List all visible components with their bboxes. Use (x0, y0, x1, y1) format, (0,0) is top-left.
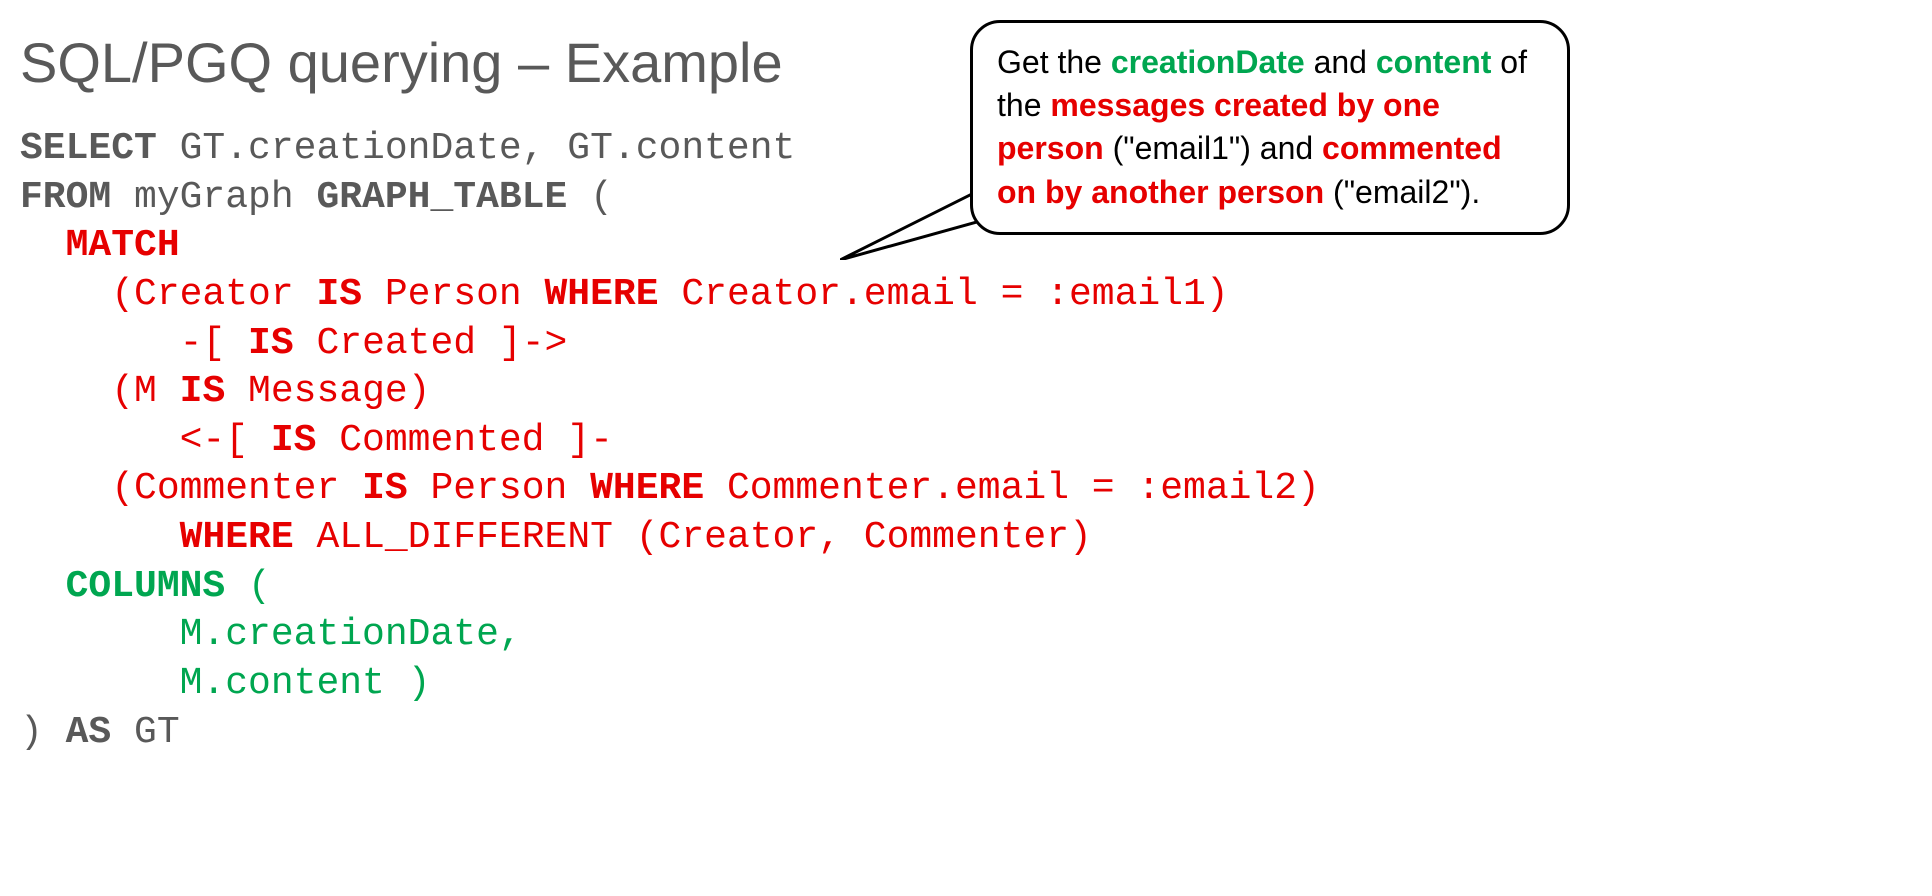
open-paren: ( (567, 176, 613, 219)
match-line6-post: ALL_DIFFERENT (Creator, Commenter) (294, 516, 1092, 559)
as-alias: GT (111, 711, 179, 754)
match-line5-pre: (Commenter (20, 467, 362, 510)
match-line1-mid: Person (362, 273, 544, 316)
kw-where-1: WHERE (545, 273, 659, 316)
callout-bubble: Get the creationDate and content of the … (970, 20, 1570, 235)
match-line2-pre: -[ (20, 322, 248, 365)
kw-select: SELECT (20, 127, 157, 170)
match-line1-post: Creator.email = :email1) (659, 273, 1229, 316)
match-line1-pre: (Creator (20, 273, 316, 316)
callout-text-1: Get the (997, 44, 1111, 80)
match-line5-post: Commenter.email = :email2) (704, 467, 1320, 510)
callout-text-7: ("email1") and (1104, 130, 1322, 166)
callout-creationdate: creationDate (1111, 44, 1305, 80)
match-line4-pre: <-[ (20, 419, 271, 462)
select-columns: GT.creationDate, GT.content (157, 127, 796, 170)
kw-columns: COLUMNS (66, 565, 226, 608)
columns-open: ( (225, 565, 271, 608)
kw-match: MATCH (66, 224, 180, 267)
column-2: M.content ) (20, 662, 430, 705)
match-line5-mid: Person (408, 467, 590, 510)
kw-is-5: IS (362, 467, 408, 510)
match-line2-post: Created ]-> (294, 322, 568, 365)
callout: Get the creationDate and content of the … (970, 20, 1570, 235)
match-line3-post: Message) (225, 370, 430, 413)
kw-is-3: IS (180, 370, 226, 413)
kw-from: FROM (20, 176, 111, 219)
kw-where-5: WHERE (590, 467, 704, 510)
kw-is-2: IS (248, 322, 294, 365)
from-table: myGraph (111, 176, 316, 219)
kw-is-4: IS (271, 419, 317, 462)
callout-text-9: ("email2"). (1324, 174, 1480, 210)
kw-where-6: WHERE (180, 516, 294, 559)
kw-as: AS (66, 711, 112, 754)
kw-is-1: IS (316, 273, 362, 316)
close-paren: ) (20, 711, 66, 754)
kw-graph-table: GRAPH_TABLE (316, 176, 567, 219)
match-line4-post: Commented ]- (316, 419, 612, 462)
slide-title: SQL/PGQ querying – Example (20, 30, 1912, 95)
column-1: M.creationDate, (20, 613, 522, 656)
callout-content: content (1376, 44, 1492, 80)
match-line3-pre: (M (20, 370, 180, 413)
callout-text-3: and (1305, 44, 1376, 80)
